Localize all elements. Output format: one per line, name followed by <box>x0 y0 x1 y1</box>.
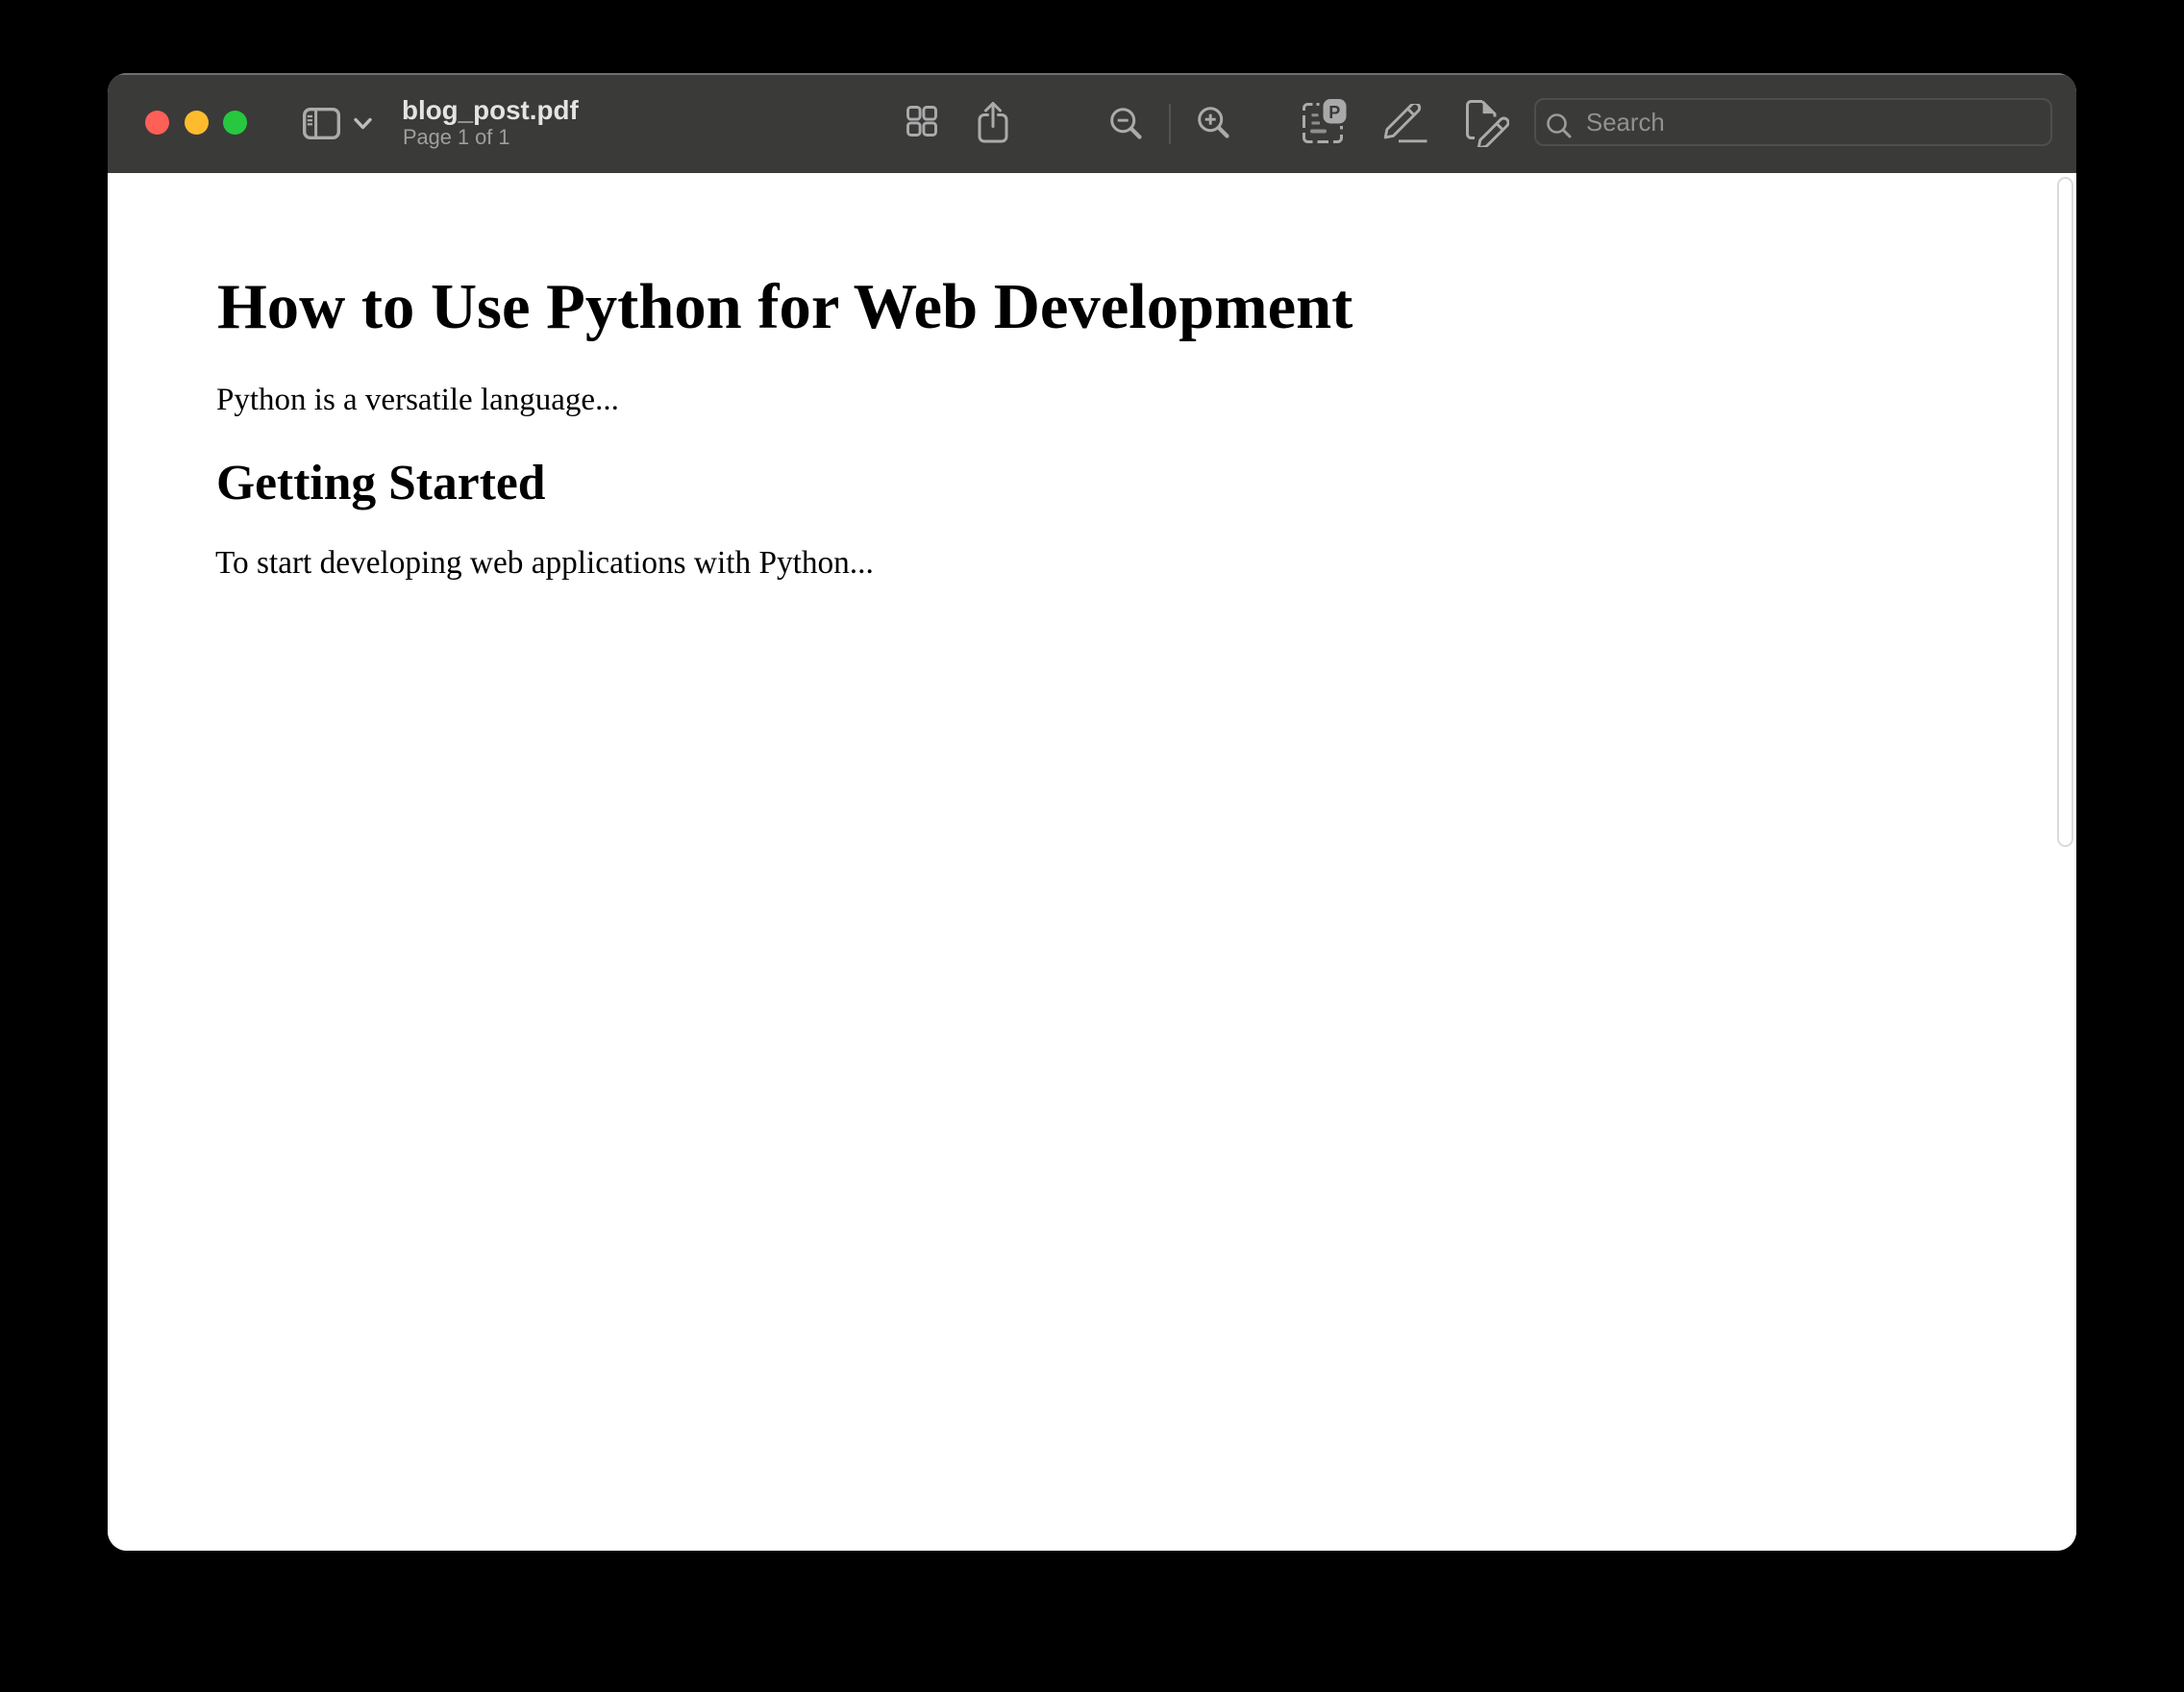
svg-text:P: P <box>1328 103 1340 122</box>
